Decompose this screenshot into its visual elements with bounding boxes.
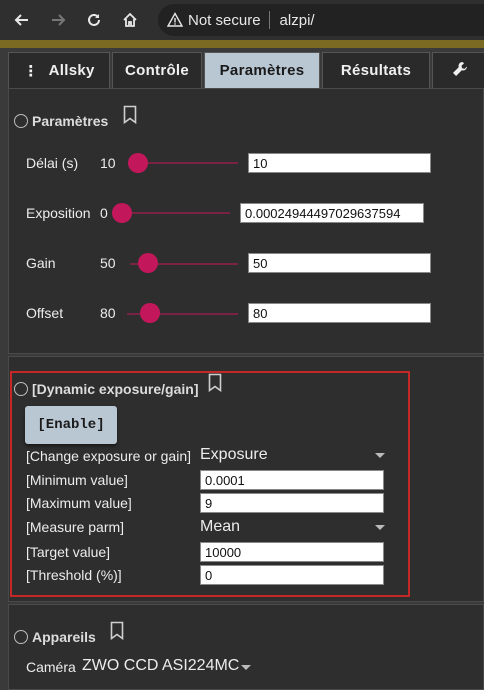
- exposition-input[interactable]: [240, 203, 424, 223]
- gain-slider-thumb[interactable]: [138, 253, 159, 273]
- chevron-down-icon[interactable]: [241, 665, 251, 670]
- tab-parametres-label: Paramètres: [219, 62, 305, 79]
- tab-controle-label: Contrôle: [124, 62, 190, 79]
- tab-allsky[interactable]: ⋮ Allsky: [8, 52, 110, 88]
- minimum-value-label: [Minimum value]: [26, 472, 128, 488]
- threshold-input[interactable]: [200, 565, 384, 585]
- url-text[interactable]: alzpi/: [280, 12, 315, 29]
- measure-parm-select[interactable]: Mean: [200, 518, 240, 536]
- home-icon[interactable]: [118, 8, 142, 32]
- dynamic-radio[interactable]: [14, 382, 28, 396]
- tab-resultats[interactable]: Résultats: [322, 52, 430, 88]
- delai-value: 10: [100, 155, 116, 171]
- maximum-value-label: [Maximum value]: [26, 495, 132, 511]
- change-exposure-gain-select[interactable]: Exposure: [200, 446, 268, 464]
- bookmark-icon[interactable]: [110, 621, 124, 645]
- address-bar[interactable]: Not secure alzpi/: [158, 4, 484, 36]
- maximum-value-input[interactable]: [200, 493, 384, 513]
- offset-label: Offset: [26, 305, 64, 321]
- threshold-label: [Threshold (%)]: [26, 567, 122, 583]
- exposition-label: Exposition: [26, 205, 91, 221]
- gain-value: 50: [100, 255, 116, 271]
- devices-title: Appareils: [32, 629, 96, 645]
- exposition-slider-thumb[interactable]: [112, 203, 132, 223]
- camera-select[interactable]: ZWO CCD ASI224MC: [82, 657, 239, 675]
- toolbar-divider: [0, 40, 484, 48]
- tab-resultats-label: Résultats: [340, 62, 412, 79]
- gain-input[interactable]: [248, 253, 431, 273]
- bookmark-icon[interactable]: [123, 105, 137, 129]
- delai-label: Délai (s): [26, 155, 79, 171]
- devices-header: Appareils: [14, 629, 96, 645]
- tab-controle[interactable]: Contrôle: [112, 52, 202, 88]
- change-exposure-gain-value: Exposure: [200, 446, 268, 463]
- browser-toolbar: Not secure alzpi/: [0, 0, 484, 40]
- exposition-value: 0: [100, 205, 108, 221]
- minimum-value-input[interactable]: [200, 470, 384, 490]
- not-secure-label[interactable]: Not secure: [188, 12, 261, 29]
- params-header: Paramètres: [14, 113, 108, 129]
- enable-button[interactable]: [Enable]: [25, 406, 117, 444]
- offset-value: 80: [100, 305, 116, 321]
- target-value-label: [Target value]: [26, 544, 111, 560]
- target-value-input[interactable]: [200, 542, 384, 562]
- measure-parm-label: [Measure parm]: [26, 519, 125, 535]
- devices-panel: [8, 604, 484, 690]
- params-radio[interactable]: [14, 114, 28, 128]
- tab-tools[interactable]: [432, 52, 484, 88]
- camera-label: Caméra: [26, 659, 76, 675]
- delai-input[interactable]: [248, 153, 431, 173]
- measure-parm-value: Mean: [200, 518, 241, 535]
- warning-icon: [166, 11, 184, 29]
- devices-radio[interactable]: [14, 630, 28, 644]
- wrench-icon: [451, 60, 469, 82]
- gain-label: Gain: [26, 255, 56, 271]
- delai-slider-thumb[interactable]: [128, 153, 148, 173]
- back-icon[interactable]: [10, 8, 34, 32]
- camera-value: ZWO CCD ASI224MC: [82, 657, 240, 674]
- tab-parametres[interactable]: Paramètres: [204, 52, 320, 88]
- offset-input[interactable]: [248, 303, 431, 323]
- params-title: Paramètres: [32, 113, 109, 129]
- tab-allsky-label: Allsky: [48, 62, 95, 79]
- chevron-down-icon[interactable]: [375, 453, 385, 458]
- tab-bar: ⋮ Allsky Contrôle Paramètres Résultats: [8, 52, 484, 88]
- bookmark-icon[interactable]: [208, 373, 222, 397]
- dynamic-title: [Dynamic exposure/gain]: [32, 381, 199, 397]
- menu-dots-icon: ⋮: [23, 62, 39, 80]
- chevron-down-icon[interactable]: [375, 525, 385, 530]
- address-separator: [268, 11, 270, 29]
- reload-icon[interactable]: [82, 8, 106, 32]
- forward-icon[interactable]: [46, 8, 70, 32]
- dynamic-header: [Dynamic exposure/gain]: [14, 381, 199, 397]
- change-exposure-gain-label: [Change exposure or gain]: [26, 448, 191, 464]
